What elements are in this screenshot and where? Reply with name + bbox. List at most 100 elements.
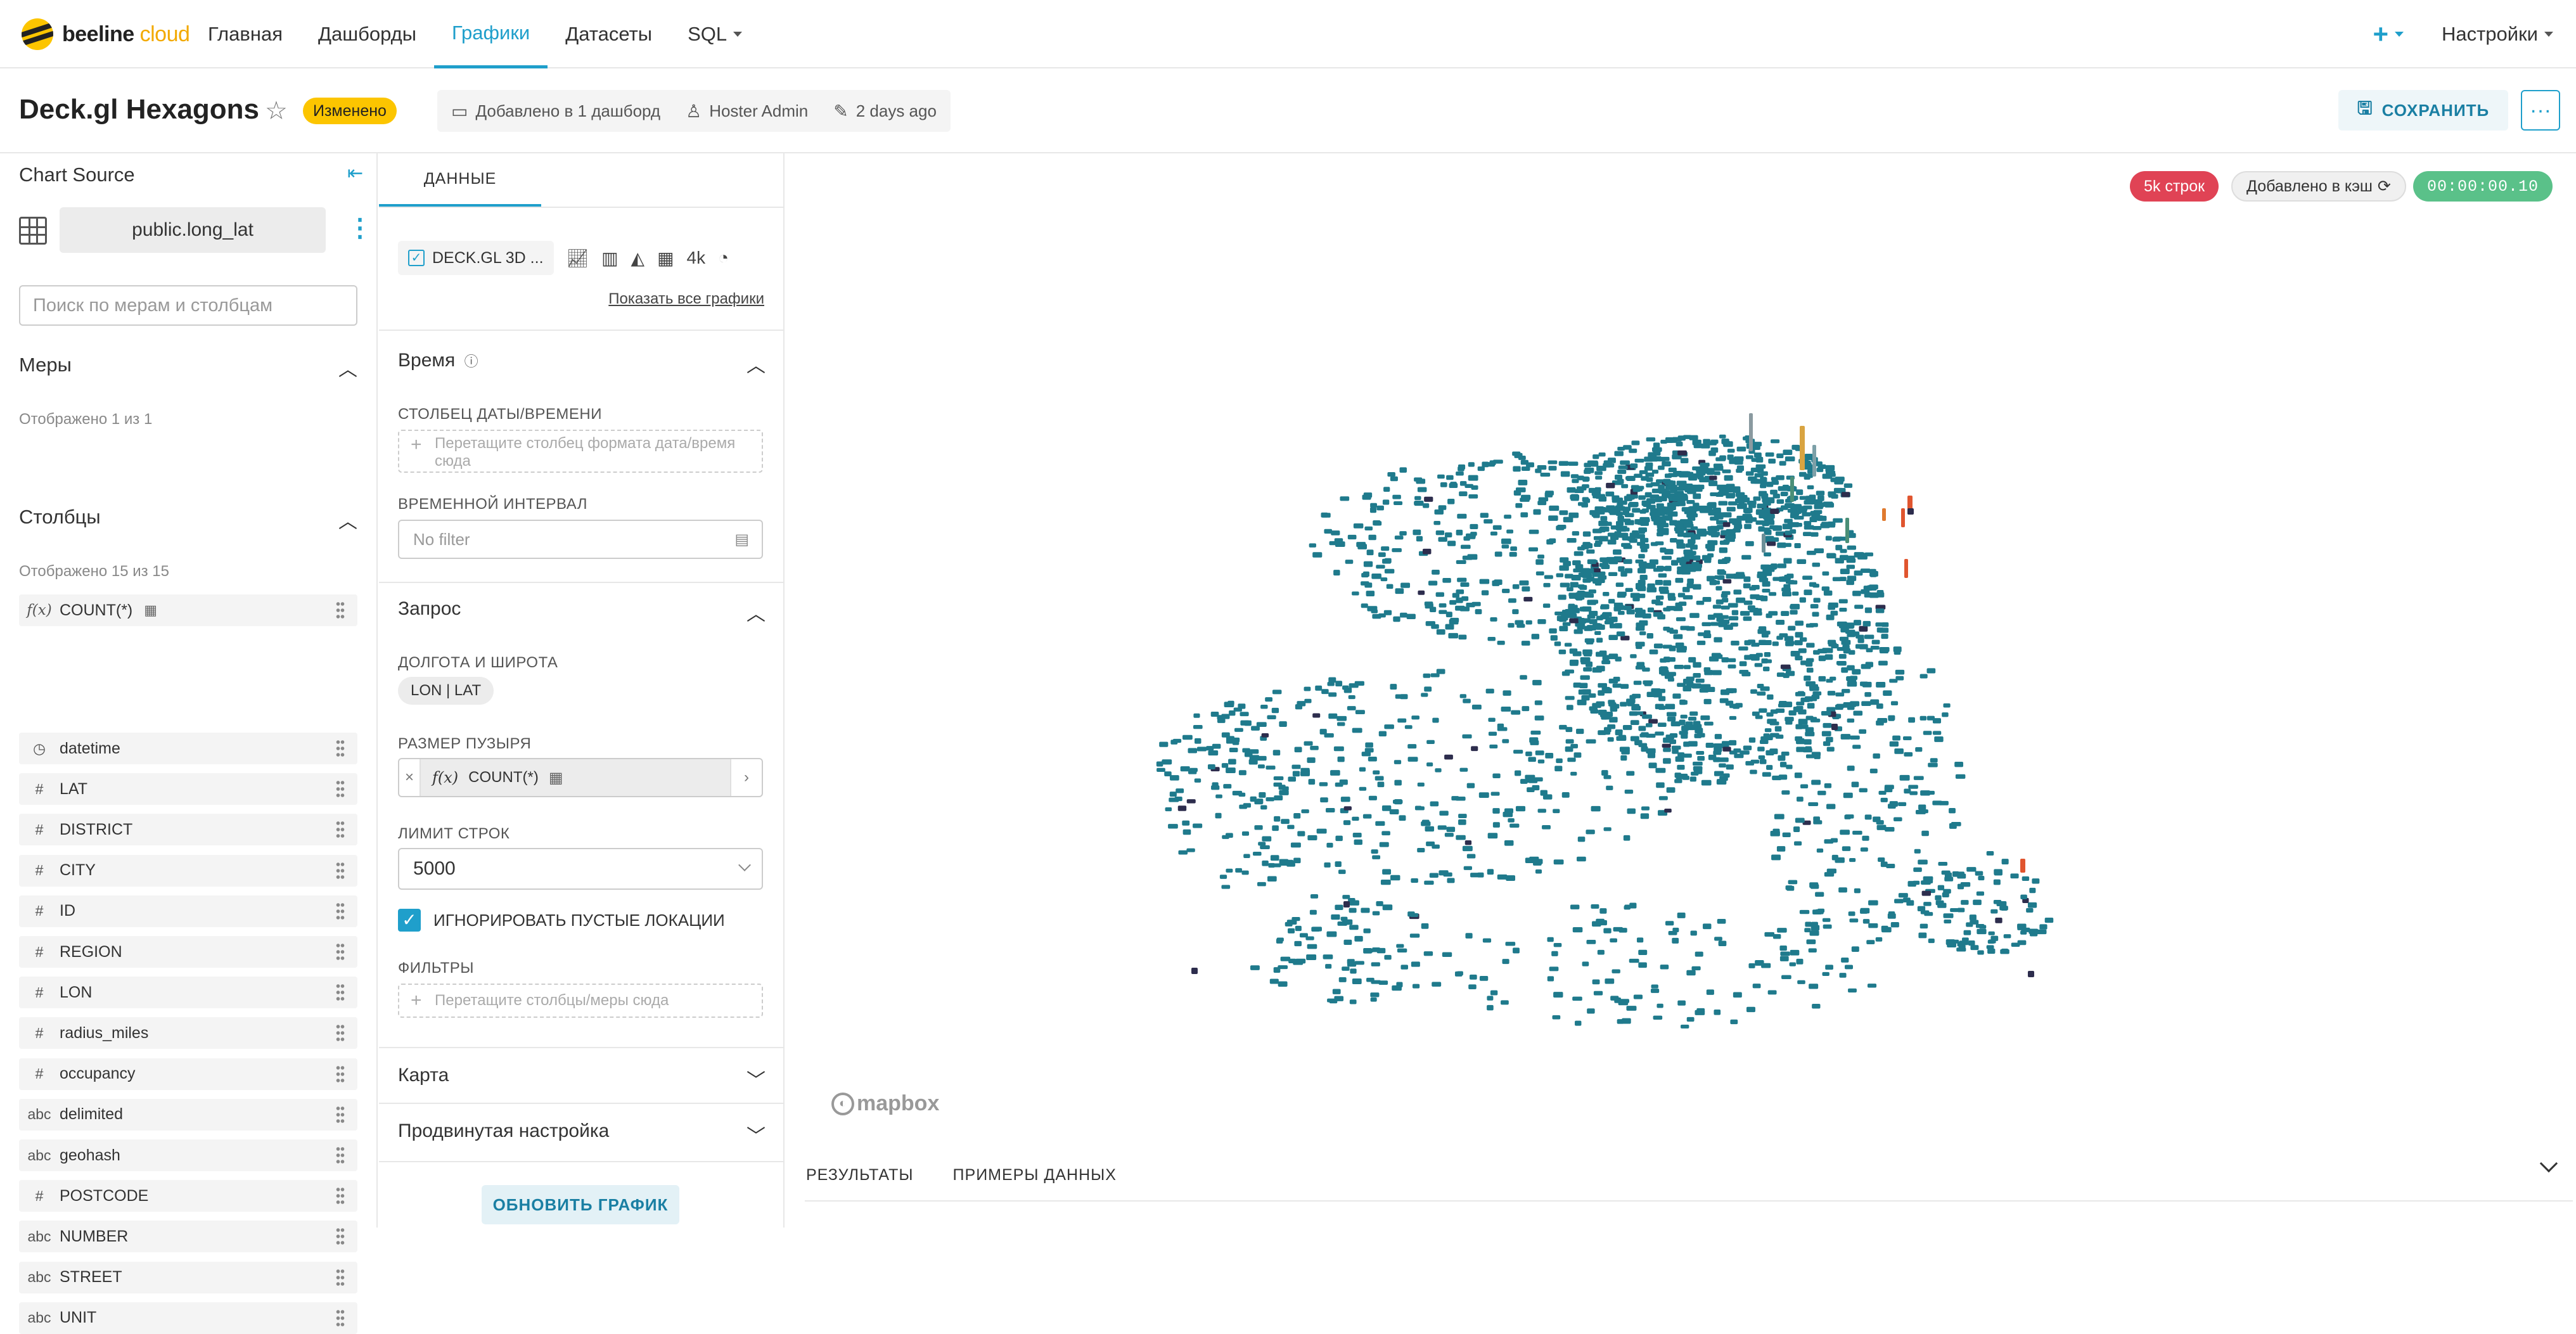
search-input[interactable]: Поиск по мерам и столбцам xyxy=(19,285,357,326)
column-item-postcode[interactable]: # POSTCODE xyxy=(19,1180,357,1212)
time-range-input[interactable]: No filter ▤ xyxy=(398,520,763,559)
more-options-button[interactable]: ··· xyxy=(2521,90,2560,131)
drag-handle-icon[interactable] xyxy=(336,1186,345,1206)
settings-menu[interactable]: Настройки xyxy=(2442,23,2553,46)
drag-handle-icon[interactable] xyxy=(336,1146,345,1165)
column-item-id[interactable]: # ID xyxy=(19,895,357,927)
hexagon-cell xyxy=(1615,729,1623,734)
measure-item[interactable]: f(x) COUNT(*) ▦ xyxy=(19,594,357,626)
add-new-button[interactable]: + xyxy=(2373,19,2404,49)
drag-handle-icon[interactable] xyxy=(336,1267,345,1287)
ignore-empty-row[interactable]: ✓ ИГНОРИРОВАТЬ ПУСТЫЕ ЛОКАЦИИ xyxy=(398,909,725,932)
hexagon-cell xyxy=(1830,838,1838,843)
column-item-datetime[interactable]: ◷ datetime xyxy=(19,733,357,764)
remove-icon[interactable]: × xyxy=(399,759,421,796)
tab-data-samples[interactable]: ПРИМЕРЫ ДАННЫХ xyxy=(953,1166,1117,1184)
tab-results[interactable]: РЕЗУЛЬТАТЫ xyxy=(806,1166,914,1184)
drag-handle-icon[interactable] xyxy=(336,1308,345,1328)
column-item-lat[interactable]: # LAT xyxy=(19,773,357,805)
update-chart-button[interactable]: ОБНОВИТЬ ГРАФИК xyxy=(482,1185,679,1224)
columns-section-header[interactable]: Столбцы ︿ xyxy=(19,506,357,532)
dataset-name[interactable]: public.long_lat xyxy=(60,207,326,253)
big-number-icon[interactable]: 4k xyxy=(687,248,706,268)
column-item-occupancy[interactable]: # occupancy xyxy=(19,1058,357,1090)
logo[interactable]: beeline cloud xyxy=(22,16,190,52)
hexagon-cell xyxy=(1786,574,1794,579)
mapbox-icon: ◐ xyxy=(831,1092,854,1115)
column-item-district[interactable]: # DISTRICT xyxy=(19,814,357,846)
column-item-delimited[interactable]: abc delimited xyxy=(19,1098,357,1131)
save-button[interactable]: 🖫 СОХРАНИТЬ xyxy=(2338,90,2508,131)
hexagon-cell xyxy=(1447,499,1455,504)
column-item-street[interactable]: abc STREET xyxy=(19,1261,357,1293)
tab-data[interactable]: ДАННЫЕ xyxy=(379,153,541,207)
bubble-size-metric[interactable]: × f(x) COUNT(*) ▦ › xyxy=(398,758,763,797)
chart-title[interactable]: Deck.gl Hexagons xyxy=(19,94,259,125)
nav-sql[interactable]: SQL xyxy=(670,0,760,68)
hexagon-cell xyxy=(1995,918,2002,923)
hexagon-cell xyxy=(1304,686,1311,691)
nav-datasets[interactable]: Датасеты xyxy=(548,0,670,68)
nav-home[interactable]: Главная xyxy=(190,0,300,68)
nav-dashboards[interactable]: Дашборды xyxy=(300,0,434,68)
chevron-down-icon[interactable] xyxy=(2539,1154,2558,1173)
row-limit-select[interactable]: 5000 xyxy=(398,848,763,890)
drag-handle-icon[interactable] xyxy=(336,1064,345,1084)
chevron-right-icon[interactable]: › xyxy=(730,759,762,796)
column-item-city[interactable]: # CITY xyxy=(19,854,357,887)
drag-handle-icon[interactable] xyxy=(336,861,345,880)
column-item-unit[interactable]: abc UNIT xyxy=(19,1302,357,1334)
drag-handle-icon[interactable] xyxy=(336,942,345,961)
column-item-radius_miles[interactable]: # radius_miles xyxy=(19,1017,357,1049)
area-chart-icon[interactable]: ◭ xyxy=(631,248,645,269)
lonlat-tag[interactable]: LON | LAT xyxy=(398,677,494,705)
hexagon-cell xyxy=(1434,509,1444,515)
star-icon[interactable]: ☆ xyxy=(265,96,288,125)
drag-handle-icon[interactable] xyxy=(336,1023,345,1043)
show-all-charts-link[interactable]: Показать все графики xyxy=(608,290,764,308)
pie-chart-icon[interactable]: ◔ xyxy=(718,248,729,268)
column-item-lon[interactable]: # LON xyxy=(19,977,357,1009)
hexagon-cell xyxy=(1458,634,1467,640)
added-to-dashboard[interactable]: Добавлено в 1 дашборд xyxy=(475,101,660,121)
hexagon-cell xyxy=(1705,506,1713,511)
map-section-title: Карта xyxy=(398,1065,449,1086)
drag-handle-icon[interactable] xyxy=(336,901,345,921)
hexagon-cell xyxy=(1639,575,1648,580)
measures-section-header[interactable]: Меры ︿ xyxy=(19,354,357,380)
hexagon-cell xyxy=(1603,463,1611,468)
map-section-header[interactable]: Карта ﹀ xyxy=(398,1065,766,1091)
hexagon-cell xyxy=(1169,792,1177,797)
column-item-region[interactable]: # REGION xyxy=(19,936,357,968)
time-section-header[interactable]: Время ⓘ ︿ xyxy=(398,350,766,376)
hexagon-cell xyxy=(1437,825,1447,830)
drag-handle-icon[interactable] xyxy=(336,601,345,620)
ignore-empty-checkbox[interactable]: ✓ xyxy=(398,909,421,932)
refresh-icon[interactable]: ⟳ xyxy=(2378,177,2391,196)
column-item-number[interactable]: abc NUMBER xyxy=(19,1221,357,1253)
hexagon-map[interactable] xyxy=(786,217,2576,1129)
advanced-section-header[interactable]: Продвинутая настройка ﹀ xyxy=(398,1120,766,1147)
dataset-menu-icon[interactable]: ⋮ xyxy=(347,215,373,241)
hexagon-cell xyxy=(1608,678,1618,684)
viz-type-selector[interactable]: ✓ DECK.GL 3D ... xyxy=(398,241,554,275)
hexagon-cell xyxy=(1795,655,1803,660)
hexagon-cell xyxy=(1868,900,1878,906)
drag-handle-icon[interactable] xyxy=(336,739,345,758)
info-icon[interactable]: ⓘ xyxy=(465,354,478,369)
drag-handle-icon[interactable] xyxy=(336,779,345,799)
bar-chart-icon[interactable]: ▥ xyxy=(601,248,618,269)
drag-handle-icon[interactable] xyxy=(336,820,345,840)
query-section-header[interactable]: Запрос ︿ xyxy=(398,598,766,625)
cache-badge[interactable]: Добавлено в кэш ⟳ xyxy=(2231,171,2406,202)
collapse-panel-icon[interactable]: ⇤ xyxy=(347,162,363,184)
drag-handle-icon[interactable] xyxy=(336,983,345,1003)
nav-charts[interactable]: Графики xyxy=(434,0,548,68)
drag-handle-icon[interactable] xyxy=(336,1227,345,1247)
filters-dropzone[interactable]: + Перетащите столбцы/меры сюда xyxy=(398,984,763,1018)
drag-handle-icon[interactable] xyxy=(336,1105,345,1124)
column-item-geohash[interactable]: abc geohash xyxy=(19,1139,357,1171)
time-column-dropzone[interactable]: + Перетащите столбец формата дата/время … xyxy=(398,430,763,473)
table-icon[interactable]: ▦ xyxy=(657,248,674,269)
line-chart-icon[interactable]: 📈︎ xyxy=(567,248,589,269)
